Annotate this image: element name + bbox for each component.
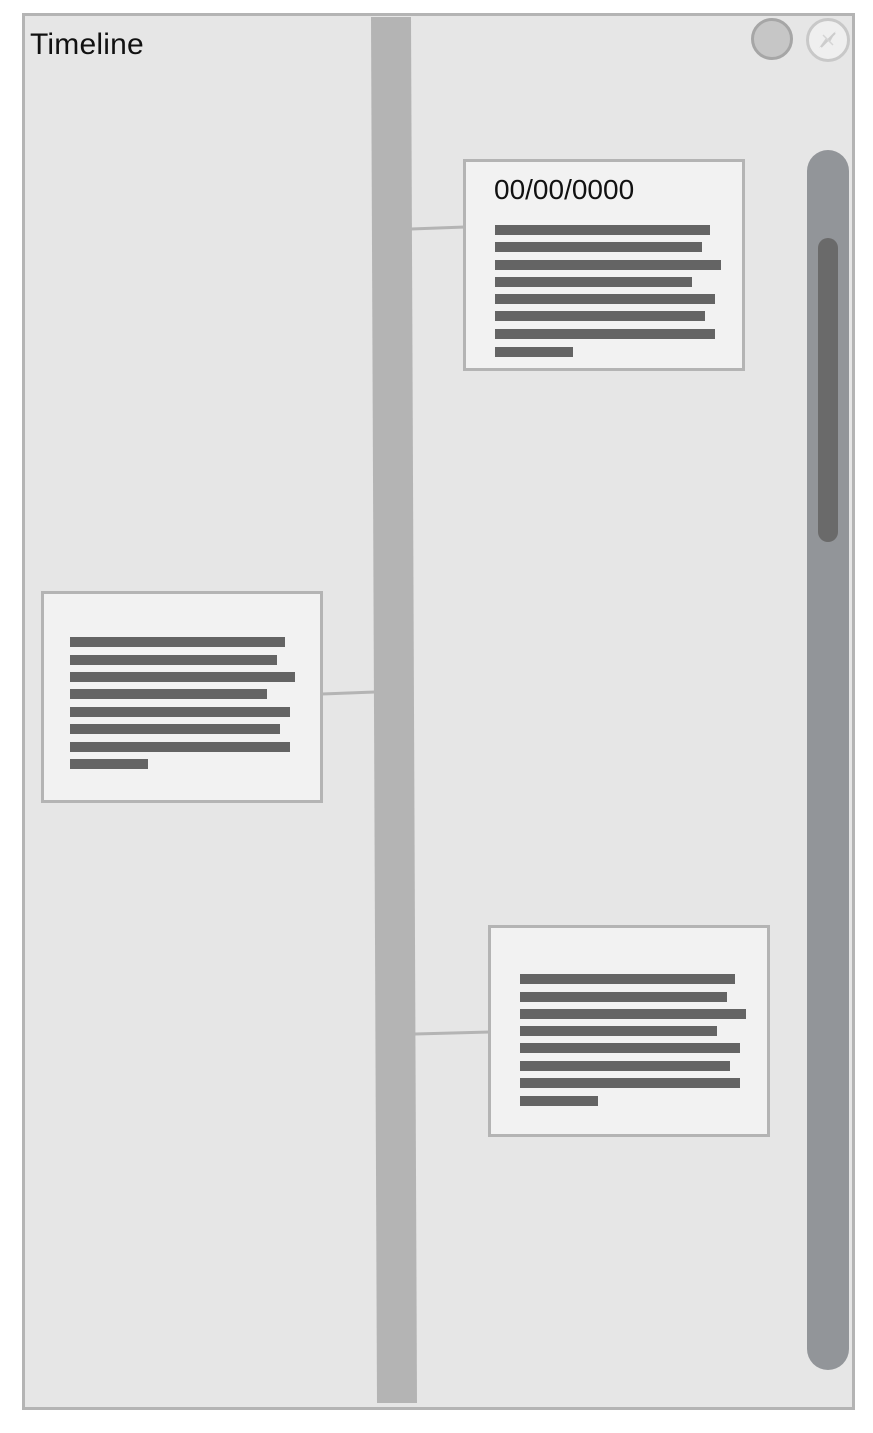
event-card[interactable]: 00/00/0000 — [463, 159, 745, 371]
text-placeholder-line — [495, 242, 702, 252]
text-placeholder-line — [495, 329, 715, 339]
text-placeholder-line — [520, 1026, 717, 1036]
text-placeholder-line — [495, 311, 705, 321]
text-placeholder-line — [495, 277, 692, 287]
scrollbar-thumb[interactable] — [818, 238, 838, 542]
text-placeholder-line — [70, 655, 277, 665]
text-placeholder-line — [70, 637, 285, 647]
connector-event-1 — [410, 225, 466, 231]
text-placeholder-line — [520, 1061, 730, 1071]
text-placeholder-line — [70, 707, 290, 717]
event-card[interactable] — [488, 925, 770, 1137]
connector-event-3 — [414, 1030, 491, 1036]
timeline-bar — [371, 17, 417, 1403]
text-placeholder-line — [70, 689, 267, 699]
connector-event-2 — [321, 690, 376, 696]
text-placeholder-line — [495, 225, 710, 235]
text-placeholder-line — [70, 742, 290, 752]
text-placeholder-line — [495, 294, 715, 304]
text-placeholder-line — [70, 672, 295, 682]
text-placeholder-line — [520, 1096, 598, 1106]
event-date: 00/00/0000 — [494, 174, 635, 205]
text-placeholder-line — [70, 724, 280, 734]
text-placeholder-line — [495, 347, 573, 357]
text-placeholder-line — [520, 1009, 746, 1019]
text-placeholder-line — [520, 1078, 740, 1088]
event-card[interactable] — [41, 591, 323, 803]
text-placeholder-line — [495, 260, 721, 270]
text-placeholder-line — [70, 759, 148, 769]
text-placeholder-line — [520, 974, 735, 984]
text-placeholder-line — [520, 992, 727, 1002]
text-placeholder-line — [520, 1043, 740, 1053]
